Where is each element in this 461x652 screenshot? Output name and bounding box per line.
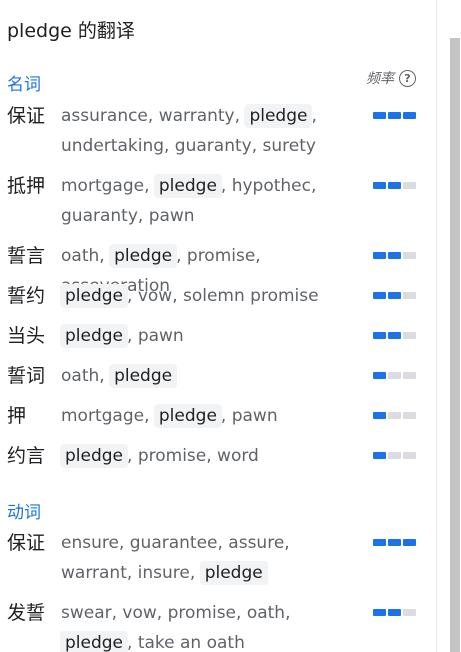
frequency-bar <box>373 539 386 546</box>
translation-term[interactable]: 约言 <box>7 441 45 471</box>
frequency-bar <box>403 112 416 119</box>
scrollbar-thumb[interactable] <box>450 38 460 652</box>
frequency-bar <box>388 252 401 259</box>
frequency-bar <box>373 112 386 119</box>
reverse-translations: pledge, promise, word <box>60 441 366 471</box>
frequency-bar <box>388 292 401 299</box>
synonym-text: oath, <box>61 366 111 386</box>
frequency-bar <box>403 372 416 379</box>
highlighted-word[interactable]: pledge <box>60 324 129 348</box>
pos-label-verb: 动词 <box>7 503 41 523</box>
reverse-translations: mortgage, pledge, hypothec, guaranty, pa… <box>61 171 366 231</box>
frequency-bar <box>373 372 386 379</box>
synonym-text: , take an oath <box>127 633 245 652</box>
frequency-bar <box>388 112 401 119</box>
frequency-bar <box>373 292 386 299</box>
frequency-bars <box>373 252 416 259</box>
synonym-text: , vow, solemn promise <box>127 286 319 306</box>
translation-panel: pledge 的翻译 名词 频率 ? 动词 保证 assurance, warra… <box>0 0 436 652</box>
translation-term[interactable]: 誓言 <box>7 241 45 271</box>
frequency-bar <box>403 252 416 259</box>
frequency-bars <box>373 112 416 119</box>
frequency-bar <box>373 452 386 459</box>
frequency-bars <box>373 332 416 339</box>
help-icon[interactable]: ? <box>399 69 416 87</box>
frequency-bar <box>373 412 386 419</box>
highlighted-word[interactable]: pledge <box>60 284 129 308</box>
highlighted-word[interactable]: pledge <box>60 631 129 652</box>
frequency-bar <box>388 412 401 419</box>
translation-term[interactable]: 当头 <box>7 321 45 351</box>
frequency-header: 频率 ? <box>366 68 416 88</box>
frequency-bars <box>373 182 416 189</box>
synonym-text: , pawn <box>220 406 278 426</box>
frequency-bar <box>403 182 416 189</box>
reverse-translations: mortgage, pledge, pawn <box>61 401 366 431</box>
frequency-bar <box>403 412 416 419</box>
translation-term[interactable]: 誓词 <box>7 361 45 391</box>
synonym-text: oath, <box>61 246 111 266</box>
synonym-text: mortgage, <box>61 406 155 426</box>
frequency-bar <box>388 372 401 379</box>
reverse-translations: assurance, warranty, pledge, undertaking… <box>61 101 366 161</box>
translation-term[interactable]: 押 <box>7 401 26 431</box>
frequency-bar <box>388 539 401 546</box>
frequency-bars <box>373 412 416 419</box>
synonym-text: , pawn <box>127 326 184 346</box>
frequency-bar <box>403 609 416 616</box>
frequency-bar <box>388 182 401 189</box>
scrollbar[interactable] <box>436 0 461 652</box>
highlighted-word[interactable]: pledge <box>109 364 178 388</box>
reverse-translations: pledge, vow, solemn promise <box>60 281 366 311</box>
frequency-bars <box>373 372 416 379</box>
highlighted-word[interactable]: pledge <box>60 444 129 468</box>
synonym-text: , promise, word <box>127 446 259 466</box>
frequency-bar <box>403 452 416 459</box>
frequency-bar <box>373 182 386 189</box>
reverse-translations: oath, pledge <box>61 361 366 391</box>
frequency-bar <box>403 539 416 546</box>
frequency-bar <box>403 292 416 299</box>
translation-term[interactable]: 保证 <box>7 528 45 558</box>
synonym-text: assurance, warranty, <box>61 106 246 126</box>
highlighted-word[interactable]: pledge <box>109 244 178 268</box>
reverse-translations: ensure, guarantee, assure, warrant, insu… <box>61 528 366 588</box>
highlighted-word[interactable]: pledge <box>199 561 268 585</box>
translation-term[interactable]: 誓约 <box>7 281 45 311</box>
highlighted-word[interactable]: pledge <box>244 104 313 128</box>
page-title: pledge 的翻译 <box>7 20 135 42</box>
frequency-bar <box>403 332 416 339</box>
synonym-text: swear, vow, promise, oath, <box>61 603 291 623</box>
reverse-translations: swear, vow, promise, oath, pledge, take … <box>60 598 366 652</box>
frequency-bars <box>373 292 416 299</box>
translation-term[interactable]: 发誓 <box>7 598 45 628</box>
frequency-bar <box>373 332 386 339</box>
frequency-bar <box>388 609 401 616</box>
reverse-translations: pledge, pawn <box>60 321 366 351</box>
frequency-bars <box>373 452 416 459</box>
frequency-bar <box>373 609 386 616</box>
frequency-bar <box>373 252 386 259</box>
frequency-bar <box>388 332 401 339</box>
translation-term[interactable]: 保证 <box>7 101 45 131</box>
frequency-bars <box>373 539 416 546</box>
synonym-text: mortgage, <box>61 176 155 196</box>
highlighted-word[interactable]: pledge <box>153 404 222 428</box>
translation-term[interactable]: 抵押 <box>7 171 45 201</box>
pos-label-noun: 名词 <box>7 75 41 95</box>
frequency-bar <box>388 452 401 459</box>
frequency-bars <box>373 609 416 616</box>
highlighted-word[interactable]: pledge <box>153 174 222 198</box>
frequency-label: 频率 <box>366 71 394 87</box>
